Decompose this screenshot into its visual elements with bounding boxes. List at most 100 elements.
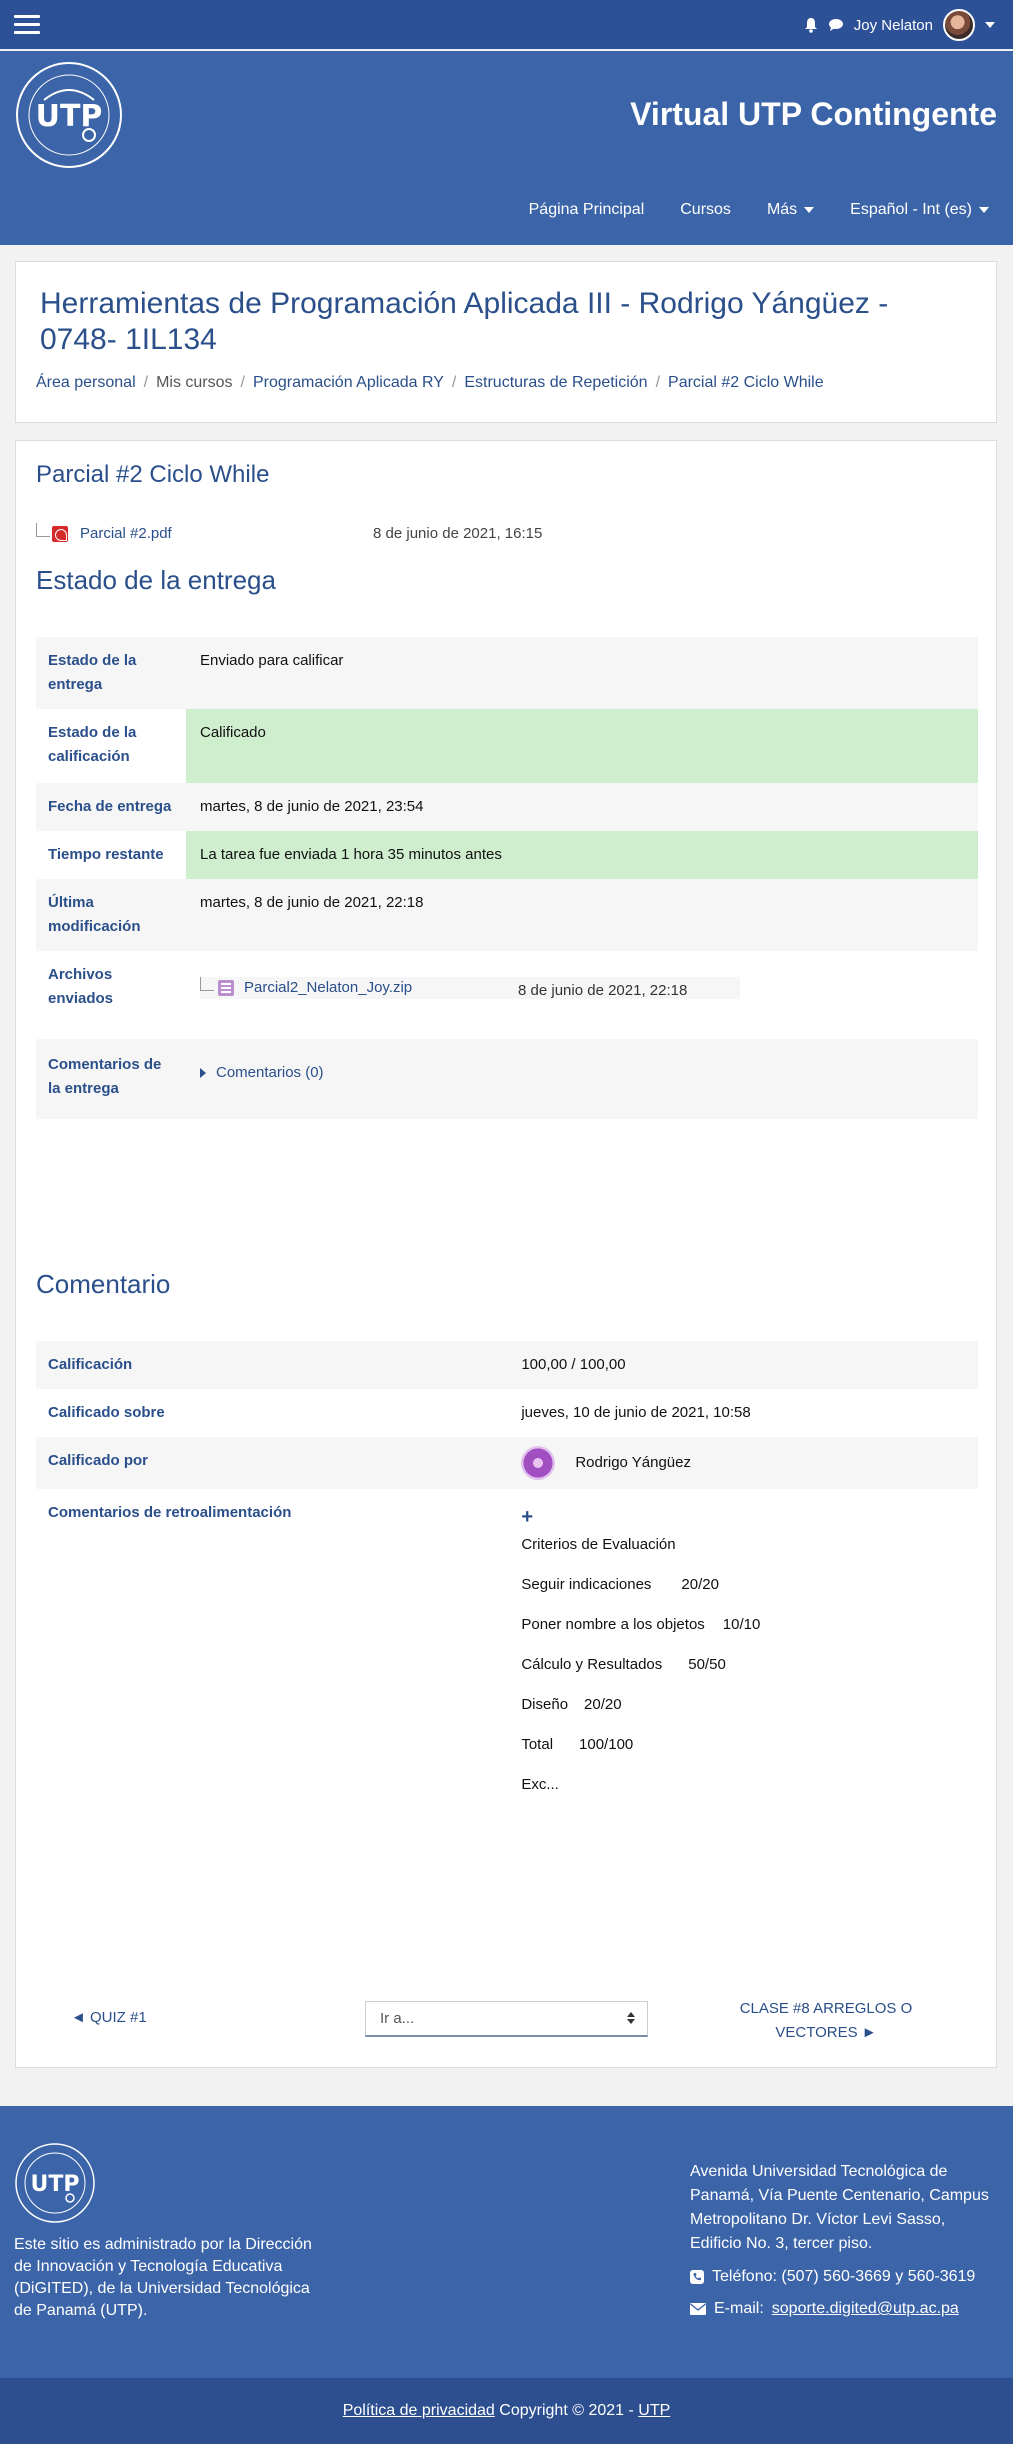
submitted-file-link[interactable]: Parcial2_Nelaton_Joy.zip bbox=[244, 976, 412, 1000]
criterion: Seguir indicaciones 20/20 bbox=[521, 1573, 964, 1597]
breadcrumb-assignment[interactable]: Parcial #2 Ciclo While bbox=[668, 374, 824, 392]
utp-link[interactable]: UTP bbox=[638, 2402, 670, 2419]
user-menu-chevron-down-icon[interactable] bbox=[985, 22, 995, 28]
assignment-attachment: Parcial #2.pdf 8 de junio de 2021, 16:15 bbox=[36, 522, 542, 542]
assignment-file-date: 8 de junio de 2021, 16:15 bbox=[373, 525, 543, 542]
breadcrumb: Área personal / Mis cursos / Programació… bbox=[36, 374, 824, 392]
activity-navigation: ◄ QUIZ #1 Ir a... CLASE #8 ARREGLOS O VE… bbox=[16, 1991, 998, 2051]
row-label: Archivos enviados bbox=[48, 966, 114, 1007]
criterion-score: 20/20 bbox=[681, 1576, 719, 1593]
row-value: martes, 8 de junio de 2021, 22:18 bbox=[200, 894, 424, 911]
criterion-name: Cálculo y Resultados bbox=[521, 1656, 663, 1673]
row-label: Fecha de entrega bbox=[48, 798, 172, 815]
table-row: Calificado sobre jueves, 10 de junio de … bbox=[36, 1389, 978, 1437]
site-title: Virtual UTP Contingente bbox=[630, 96, 997, 132]
submission-comments-cell: Comentarios (0) bbox=[186, 1039, 978, 1119]
breadcrumb-personal-area[interactable]: Área personal bbox=[36, 374, 136, 392]
feedback-heading: Comentario bbox=[36, 1269, 171, 1299]
grader-avatar[interactable] bbox=[521, 1446, 556, 1480]
row-label: Tiempo restante bbox=[48, 846, 164, 863]
tree-connector bbox=[36, 522, 50, 537]
chevron-down-icon bbox=[979, 207, 989, 213]
breadcrumb-course[interactable]: Programación Aplicada RY bbox=[253, 374, 444, 392]
zip-file-icon bbox=[218, 980, 234, 996]
messages-chat-icon[interactable] bbox=[828, 18, 844, 32]
user-menu: Joy Nelaton bbox=[804, 9, 995, 41]
table-row: Archivos enviados Parcial2_Nelaton_Joy.z… bbox=[36, 951, 978, 1039]
criterion-name: Total bbox=[521, 1736, 554, 1753]
row-label: Calificado por bbox=[48, 1452, 149, 1469]
menu-label: Cursos bbox=[680, 201, 731, 218]
user-name[interactable]: Joy Nelaton bbox=[854, 17, 933, 34]
row-label: Estado de la calificación bbox=[48, 724, 137, 765]
breadcrumb-separator: / bbox=[655, 374, 661, 391]
breadcrumb-section[interactable]: Estructuras de Repetición bbox=[464, 374, 647, 392]
expand-plus-icon[interactable]: + bbox=[521, 1507, 964, 1527]
svg-text:UTP: UTP bbox=[31, 2172, 80, 2197]
table-row: Calificado por Rodrigo Yángüez bbox=[36, 1437, 978, 1489]
course-title: Herramientas de Programación Aplicada II… bbox=[40, 287, 889, 356]
user-avatar[interactable] bbox=[943, 9, 975, 41]
footer-about: Este sitio es administrado por la Direcc… bbox=[14, 2236, 312, 2319]
footer-phone-text: Teléfono: (507) 560-3669 y 560-3619 bbox=[712, 2268, 976, 2285]
menu-label: Página Principal bbox=[528, 201, 645, 218]
row-label: Comentarios de la entrega bbox=[48, 1056, 162, 1097]
menu-item-more[interactable]: Más bbox=[767, 201, 815, 219]
menu-label: Español - Int (es) bbox=[850, 201, 972, 218]
menu-item-home[interactable]: Página Principal bbox=[529, 201, 645, 219]
phone-icon bbox=[690, 2270, 704, 2284]
criterion: Diseño 20/20 bbox=[521, 1693, 964, 1717]
next-activity-link[interactable]: CLASE #8 ARREGLOS O VECTORES ► bbox=[716, 1997, 936, 2045]
row-label: Comentarios de retroalimentación bbox=[48, 1504, 292, 1521]
menu-item-language[interactable]: Español - Int (es) bbox=[850, 201, 989, 219]
chevron-down-icon bbox=[804, 207, 815, 213]
top-navbar: Joy Nelaton bbox=[0, 0, 1013, 50]
truncated-text: Exc... bbox=[521, 1776, 559, 1793]
course-header: Herramientas de Programación Aplicada II… bbox=[15, 261, 997, 423]
select-arrows-icon bbox=[627, 2012, 635, 2024]
footer-utp-logo: UTP bbox=[15, 2143, 95, 2223]
pdf-file-icon bbox=[52, 525, 68, 542]
footer-email-link[interactable]: soporte.digited@utp.ac.pa bbox=[772, 2300, 959, 2318]
table-row: Última modificación martes, 8 de junio d… bbox=[36, 879, 978, 951]
row-label: Calificado sobre bbox=[48, 1404, 165, 1421]
assignment-title: Parcial #2 Ciclo While bbox=[36, 461, 270, 488]
table-row: Estado de la entrega Enviado para califi… bbox=[36, 637, 978, 709]
row-label: Última modificación bbox=[48, 894, 141, 935]
table-row: Fecha de entrega martes, 8 de junio de 2… bbox=[36, 783, 978, 831]
footer-email-label: E-mail: bbox=[714, 2300, 764, 2317]
comments-toggle[interactable]: Comentarios (0) bbox=[200, 1061, 964, 1085]
feedback-comments-cell: + Criterios de Evaluación Seguir indicac… bbox=[507, 1489, 978, 1809]
menu-item-courses[interactable]: Cursos bbox=[680, 201, 731, 219]
criterion-score: 50/50 bbox=[688, 1656, 726, 1673]
submitted-file-date: 8 de junio de 2021, 22:18 bbox=[518, 982, 688, 999]
submitted-file: Parcial2_Nelaton_Joy.zip 8 de junio de 2… bbox=[200, 977, 740, 999]
main-menu: Página Principal Cursos Más Español - In… bbox=[529, 201, 989, 219]
criterion-name: Seguir indicaciones bbox=[521, 1576, 652, 1593]
utp-logo[interactable]: UTP bbox=[14, 60, 124, 170]
criterion-score: 10/10 bbox=[722, 1616, 761, 1633]
copyright-bar: Política de privacidad Copyright © 2021 … bbox=[0, 2378, 1013, 2444]
submitted-files-cell: Parcial2_Nelaton_Joy.zip 8 de junio de 2… bbox=[186, 951, 978, 1039]
criterion: Poner nombre a los objetos 10/10 bbox=[521, 1613, 964, 1637]
privacy-policy-link[interactable]: Política de privacidad bbox=[343, 2402, 495, 2419]
assignment-file-link[interactable]: Parcial #2.pdf bbox=[80, 525, 172, 542]
row-value: Enviado para calificar bbox=[200, 652, 344, 669]
comments-label: Comentarios (0) bbox=[216, 1064, 324, 1081]
breadcrumb-separator: / bbox=[143, 374, 149, 391]
jump-to-select[interactable]: Ir a... bbox=[365, 2001, 648, 2037]
notification-bell-icon[interactable] bbox=[804, 17, 818, 33]
previous-activity-link[interactable]: ◄ QUIZ #1 bbox=[71, 2009, 147, 2026]
graded-by-cell: Rodrigo Yángüez bbox=[507, 1437, 978, 1489]
hamburger-menu-icon[interactable] bbox=[14, 15, 40, 35]
criterion-score: 100/100 bbox=[579, 1736, 634, 1753]
jump-to-placeholder: Ir a... bbox=[380, 2010, 415, 2027]
breadcrumb-separator: / bbox=[451, 374, 457, 391]
table-row: Tiempo restante La tarea fue enviada 1 h… bbox=[36, 831, 978, 879]
table-row: Calificación 100,00 / 100,00 bbox=[36, 1341, 978, 1389]
row-label: Estado de la entrega bbox=[48, 652, 137, 693]
criterion-name: Diseño bbox=[521, 1696, 569, 1713]
grader: Rodrigo Yángüez bbox=[521, 1446, 964, 1480]
graded-on-value: jueves, 10 de junio de 2021, 10:58 bbox=[521, 1404, 751, 1421]
criterion: Cálculo y Resultados 50/50 bbox=[521, 1653, 964, 1677]
